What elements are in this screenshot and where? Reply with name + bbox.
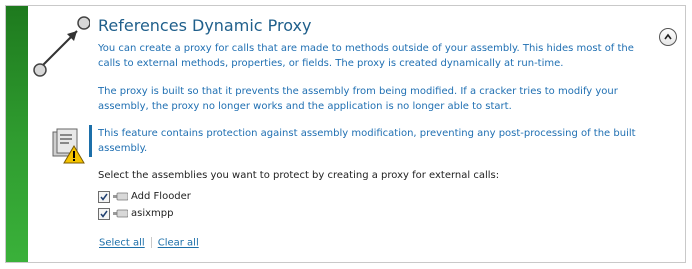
assembly-item-asixmpp[interactable]: asixmpp [98, 205, 191, 222]
assembly-list: Add Flooder asixmpp [98, 188, 191, 222]
assembly-checkbox[interactable] [98, 190, 110, 203]
select-all-link[interactable]: Select all [99, 238, 145, 249]
assembly-item-add-flooder[interactable]: Add Flooder [98, 188, 191, 205]
section-description-detail: The proxy is built so that it prevents t… [98, 86, 618, 112]
clear-all-link[interactable]: Clear all [158, 238, 199, 249]
collapse-button[interactable] [659, 28, 677, 46]
assembly-name: Add Flooder [131, 191, 191, 202]
proxy-section-panel: References Dynamic Proxy You can create … [5, 5, 686, 263]
selection-actions: Select all Clear all [99, 237, 199, 249]
section-description: You can create a proxy for calls that ar… [98, 43, 634, 69]
section-accent-bar [6, 6, 28, 262]
link-separator [150, 237, 152, 248]
assembly-icon [113, 192, 128, 201]
assembly-name: asixmpp [131, 208, 174, 219]
warning-protection-icon [52, 128, 85, 164]
note-accent-bar [89, 125, 92, 157]
assemblies-prompt: Select the assemblies you want to protec… [98, 170, 500, 181]
assembly-checkbox[interactable] [98, 207, 110, 220]
protection-note: This feature contains protection against… [98, 128, 636, 154]
section-title: References Dynamic Proxy [98, 16, 312, 35]
checkmark-icon [100, 193, 108, 201]
checkmark-icon [100, 210, 108, 218]
proxy-link-icon [33, 16, 90, 77]
assembly-icon [113, 209, 128, 218]
chevron-up-icon [664, 33, 672, 40]
